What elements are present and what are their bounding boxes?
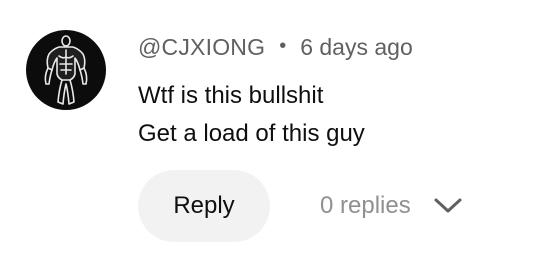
comment-card: @CJXIONG • 6 days ago Wtf is this bullsh… xyxy=(0,0,554,260)
muscular-figure-avatar-icon xyxy=(44,35,88,105)
chevron-down-icon xyxy=(434,198,462,213)
avatar[interactable] xyxy=(26,30,106,110)
timestamp[interactable]: 6 days ago xyxy=(300,34,413,61)
comment-header: @CJXIONG • 6 days ago xyxy=(138,34,413,60)
comment-text-line: Get a load of this guy xyxy=(138,120,365,147)
comment-text-line: Wtf is this bullshit xyxy=(138,82,324,109)
author-name[interactable]: @CJXIONG xyxy=(138,34,265,61)
replies-count: 0 replies xyxy=(320,192,411,219)
separator-dot: • xyxy=(279,34,287,57)
reply-button[interactable]: Reply xyxy=(138,170,270,242)
replies-toggle[interactable]: 0 replies xyxy=(320,188,463,224)
